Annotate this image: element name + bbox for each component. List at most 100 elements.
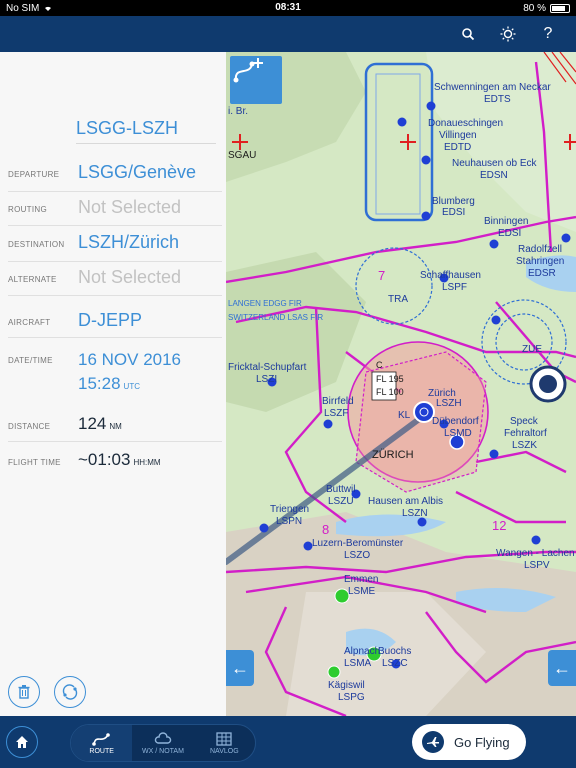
bottom-bar: ROUTE WX / NOTAM NAVLOG Go Flying bbox=[0, 716, 576, 768]
map-label: Villingen bbox=[439, 130, 477, 141]
home-button[interactable] bbox=[6, 726, 38, 758]
map-label: Binningen bbox=[484, 216, 528, 227]
map-label: Birrfeld bbox=[322, 396, 354, 407]
map-label: LSPG bbox=[338, 692, 365, 703]
routing-label: ROUTING bbox=[8, 205, 47, 214]
open-side-panel-button[interactable]: ← bbox=[548, 650, 576, 686]
home-icon bbox=[16, 736, 28, 748]
map-label: EDSR bbox=[528, 268, 556, 279]
map-label: LSMD bbox=[444, 428, 472, 439]
map-label: Buochs bbox=[378, 646, 411, 657]
map-label: ZÜRICH bbox=[372, 449, 414, 461]
map-label: i. Br. bbox=[228, 106, 248, 117]
date-time-label: DATE/TIME bbox=[8, 356, 53, 365]
sector-number: 7 bbox=[378, 268, 385, 283]
go-flying-button[interactable]: Go Flying bbox=[412, 724, 526, 760]
departure-value: LSGG/Genève bbox=[78, 162, 197, 182]
collapse-panel-button[interactable]: ← bbox=[226, 650, 254, 686]
map-label: LSME bbox=[348, 586, 376, 597]
map-label: Hausen am Albis bbox=[368, 496, 443, 507]
aircraft-label: AIRCRAFT bbox=[8, 318, 51, 327]
map-label: LSZI bbox=[256, 374, 277, 385]
destination-label: DESTINATION bbox=[8, 240, 65, 249]
map-label: LSZN bbox=[402, 508, 428, 519]
carrier-label: No SIM bbox=[6, 2, 40, 14]
map-label: LSZF bbox=[324, 408, 348, 419]
map-label: EDTS bbox=[484, 94, 511, 105]
aeronautical-chart-map[interactable]: Schwenningen am Neckar EDTS Donauesching… bbox=[226, 52, 576, 716]
map-label: LSZU bbox=[328, 496, 354, 507]
map-label: EDSN bbox=[480, 170, 508, 181]
tab-route-label: ROUTE bbox=[89, 747, 114, 755]
tab-navlog[interactable]: NAVLOG bbox=[194, 725, 255, 761]
route-panel: LSGG-LSZH DEPARTURE LSGG/Genève ROUTING … bbox=[0, 52, 226, 716]
destination-value: LSZH/Zürich bbox=[78, 232, 180, 252]
time-value: 15:28 bbox=[78, 374, 121, 393]
alternate-value: Not Selected bbox=[78, 267, 182, 287]
map-label: LSZK bbox=[512, 440, 537, 451]
wifi-icon bbox=[45, 6, 52, 11]
tab-wx-notam[interactable]: WX / NOTAM bbox=[132, 725, 193, 761]
map-label: Stahringen bbox=[516, 256, 564, 267]
map-label: EDSI bbox=[498, 228, 521, 239]
airplane-icon bbox=[422, 731, 444, 753]
top-toolbar: ? bbox=[0, 16, 576, 52]
map-label: Alpnach bbox=[344, 646, 380, 657]
search-icon bbox=[462, 28, 475, 41]
alternate-row[interactable]: ALTERNATE Not Selected bbox=[8, 262, 222, 296]
route-icon bbox=[91, 732, 110, 746]
map-label: Wangen - Lachen bbox=[496, 548, 575, 559]
reverse-route-icon bbox=[62, 684, 78, 700]
add-chart-button[interactable] bbox=[230, 56, 282, 104]
search-button[interactable] bbox=[456, 22, 480, 46]
distance-label: DISTANCE bbox=[8, 422, 51, 431]
map-label: LSPN bbox=[276, 516, 302, 527]
view-tabs: ROUTE WX / NOTAM NAVLOG bbox=[70, 724, 256, 762]
reverse-route-button[interactable] bbox=[54, 676, 86, 708]
distance-unit: NM bbox=[109, 422, 122, 431]
map-label: Kägiswil bbox=[328, 680, 365, 691]
routing-value: Not Selected bbox=[78, 197, 182, 217]
map-label: EDTD bbox=[444, 142, 471, 153]
flight-time-value-wrap: ~01:03 HH:MM bbox=[78, 450, 161, 470]
route-title[interactable]: LSGG-LSZH bbox=[76, 118, 216, 144]
map-label: Triengen bbox=[270, 504, 309, 515]
map-label: ZUE bbox=[522, 344, 542, 355]
battery-icon bbox=[550, 3, 570, 13]
aircraft-row[interactable]: AIRCRAFT D-JEPP bbox=[8, 304, 222, 338]
map-label: Fricktal-Schupfart bbox=[228, 362, 307, 373]
departure-row[interactable]: DEPARTURE LSGG/Genève bbox=[8, 156, 222, 192]
aircraft-value: D-JEPP bbox=[78, 310, 143, 330]
map-label: Schwenningen am Neckar bbox=[434, 82, 551, 93]
brightness-button[interactable] bbox=[496, 22, 520, 46]
map-label: Blumberg bbox=[432, 196, 475, 207]
routing-row[interactable]: ROUTING Not Selected bbox=[8, 192, 222, 226]
map-label: LSZH bbox=[436, 398, 462, 409]
help-button[interactable]: ? bbox=[536, 22, 560, 46]
tab-route[interactable]: ROUTE bbox=[71, 725, 133, 761]
airspace-label: FL 100 bbox=[376, 387, 404, 397]
flight-time-unit: HH:MM bbox=[133, 458, 161, 467]
map-label: LSPF bbox=[442, 282, 467, 293]
flight-time-row: FLIGHT TIME ~01:03 HH:MM bbox=[8, 444, 222, 478]
arrow-left-icon: ← bbox=[231, 657, 249, 678]
airspace-label: C bbox=[376, 360, 383, 370]
navlog-icon bbox=[216, 731, 232, 746]
distance-value-wrap: 124 NM bbox=[78, 414, 122, 434]
map-label: KL bbox=[398, 410, 411, 421]
delete-route-button[interactable] bbox=[8, 676, 40, 708]
map-label: Buttwil bbox=[326, 484, 355, 495]
arrow-left-icon: ← bbox=[553, 657, 571, 678]
destination-row[interactable]: DESTINATION LSZH/Zürich bbox=[8, 226, 222, 262]
map-label: Emmen bbox=[344, 574, 378, 585]
distance-row: DISTANCE 124 NM bbox=[8, 408, 222, 442]
map-label: Neuhausen ob Eck bbox=[452, 158, 538, 169]
add-route-icon bbox=[233, 58, 263, 83]
alternate-label: ALTERNATE bbox=[8, 275, 57, 284]
tab-navlog-label: NAVLOG bbox=[209, 747, 239, 755]
map-label: Radolfzell bbox=[518, 244, 562, 255]
tab-wx-notam-label: WX / NOTAM bbox=[142, 747, 184, 755]
map-label: LSMA bbox=[344, 658, 372, 669]
sector-number: 8 bbox=[322, 522, 329, 537]
date-time-row[interactable]: DATE/TIME 16 NOV 2016 15:28 UTC bbox=[8, 342, 222, 404]
